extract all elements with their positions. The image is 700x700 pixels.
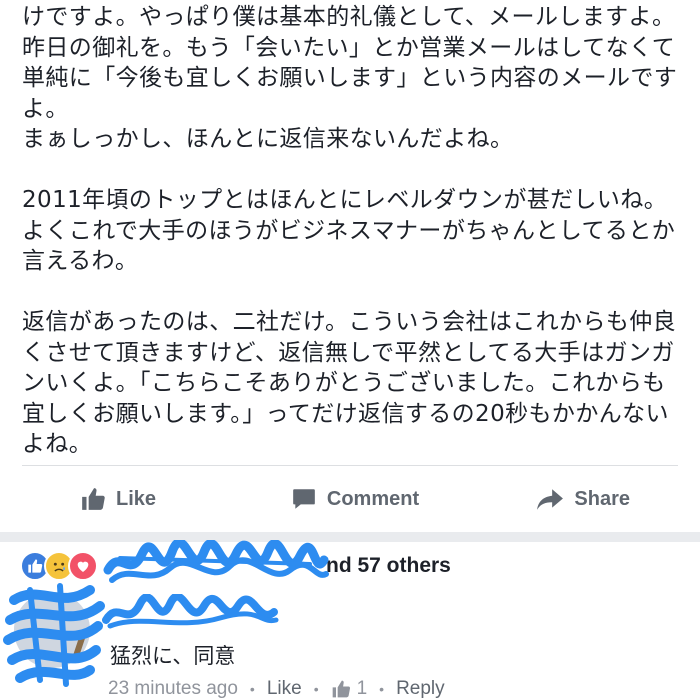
post-line: まぁしっかし、ほんとに返信来ないんだよね。: [22, 126, 514, 152]
post-line: 昨日の御礼を。もう「会いたい」とか営業メールはしてなくて: [22, 34, 676, 61]
redaction-scribble: [14, 592, 90, 668]
post-line: 宜しくお願いします。」ってだけ返信するの20秒もかかんない: [22, 400, 669, 427]
reaction-icons: [20, 551, 98, 581]
post-line: 単純に「今後も宜しくお願いします」という内容のメールです: [22, 65, 678, 91]
separator-dot: •: [379, 681, 385, 697]
comment-label: Comment: [326, 487, 420, 510]
post-line: 言えるわ。: [22, 248, 139, 274]
post-line: ンいくよ。「こちらこそありがとうございました。これからも: [22, 370, 666, 396]
avatar[interactable]: [14, 592, 90, 668]
comment-button[interactable]: Comment: [263, 486, 446, 512]
like-button[interactable]: Like: [0, 486, 263, 512]
post-body: けですよ。やっぱり僕は基本的礼儀として、メールしますよ。 昨日の御礼を。もう「会…: [22, 0, 682, 460]
thumbs-up-icon: [80, 486, 106, 512]
post-line: よくこれで大手のほうがビジネスマナーがちゃんとしてるとか: [22, 217, 676, 244]
like-label: Like: [116, 487, 157, 510]
post-paragraph: けですよ。やっぱり僕は基本的礼儀として、メールしますよ。 昨日の御礼を。もう「会…: [22, 2, 682, 155]
post-line: よね。: [22, 431, 93, 457]
post-line: 2011年頃のトップとはほんとにレベルダウンが甚だしいね。: [22, 187, 668, 213]
comment-reply-button[interactable]: Reply: [396, 678, 445, 700]
love-reaction-icon: [68, 551, 98, 581]
separator-dot: •: [249, 681, 255, 697]
share-button[interactable]: Share: [447, 486, 700, 512]
post-line: くさせて頂きますけど、返信無しで平然としてる大手はガンガ: [22, 339, 675, 366]
comment-text: 猛烈に、同意: [110, 644, 236, 668]
comment-like-count[interactable]: 1: [357, 678, 368, 700]
reactions-count-text[interactable]: nd 57 others: [120, 554, 451, 578]
reactions-summary[interactable]: nd 57 others: [20, 548, 680, 584]
section-separator: [0, 532, 700, 542]
reactions-others: nd 57 others: [326, 554, 451, 577]
comment-item: 猛烈に、同意 23 minutes ago • Like • 1 • Reply: [0, 583, 700, 700]
speech-bubble-icon: [291, 486, 317, 512]
comment-like-button[interactable]: Like: [267, 678, 302, 700]
separator-dot: •: [313, 681, 319, 697]
thumbs-up-icon: [331, 679, 351, 699]
post-line: 返信があったのは、二社だけ。こういう会社はこれからも仲良: [22, 309, 677, 335]
share-label: Share: [574, 487, 630, 510]
post-action-bar: Like Comment Share: [0, 466, 700, 532]
redaction-scribble: [102, 594, 279, 629]
post-line: よ。: [22, 95, 69, 122]
post-line: けですよ。やっぱり僕は基本的礼儀として、メールしますよ。: [22, 4, 676, 30]
comment-timestamp: 23 minutes ago: [108, 678, 238, 699]
post-paragraph: 返信があったのは、二社だけ。こういう会社はこれからも仲良 くさせて頂きますけど、…: [22, 307, 682, 460]
post-paragraph: 2011年頃のトップとはほんとにレベルダウンが甚だしいね。 よくこれで大手のほう…: [22, 185, 682, 277]
comment-meta: 23 minutes ago • Like • 1 • Reply: [108, 678, 445, 700]
share-arrow-icon: [536, 486, 564, 512]
